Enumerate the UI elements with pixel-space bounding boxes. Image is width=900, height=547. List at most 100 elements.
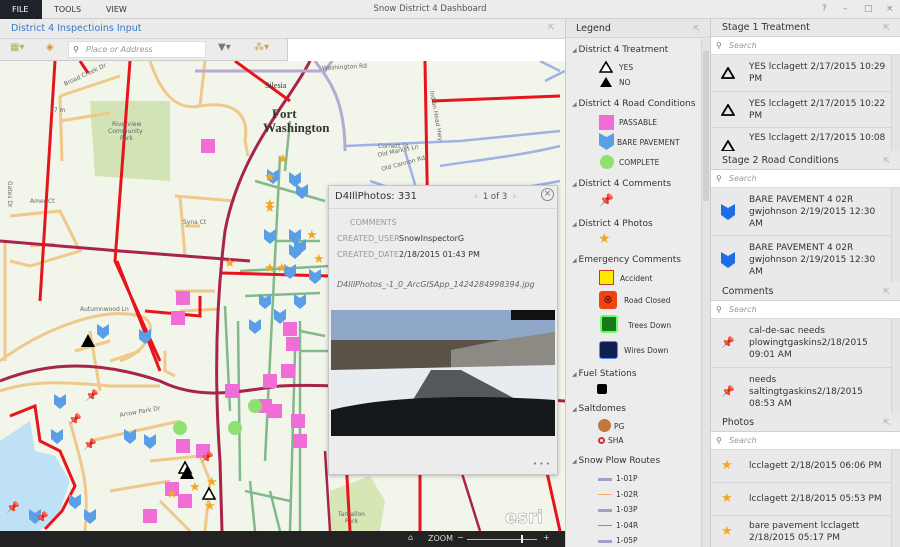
list-item[interactable]: YES lcclagett 2/17/2015 10:29 PM: [711, 55, 900, 92]
list-item[interactable]: ★ lcclagett 2/18/2015 06:06 PM: [711, 450, 900, 483]
complete-marker[interactable]: [248, 399, 262, 413]
legend-group-plow-routes[interactable]: Snow Plow Routes: [572, 456, 661, 466]
list-item[interactable]: 📌 cal-de-sac needs plowingtgaskins2/18/20…: [711, 319, 900, 368]
pin-icon[interactable]: ⇱: [883, 152, 890, 170]
passable-marker[interactable]: [171, 311, 185, 325]
triangle-outline-icon: [721, 103, 735, 116]
zoom-in-button[interactable]: +: [543, 533, 550, 542]
comment-pin-marker[interactable]: 📌: [68, 412, 82, 426]
legend-group-photos[interactable]: District 4 Photos: [572, 219, 653, 229]
photo-star-marker[interactable]: ★: [276, 261, 288, 276]
scrollbar[interactable]: [891, 319, 900, 413]
menu-tools[interactable]: TOOLS: [42, 0, 93, 19]
passable-marker[interactable]: [225, 384, 239, 398]
list-item[interactable]: BARE PAVEMENT 4 02R gwjohnson 2/19/2015 …: [711, 236, 900, 282]
list-item[interactable]: BARE PAVEMENT 4 02R gwjohnson 2/19/2015 …: [711, 188, 900, 236]
layers-icon[interactable]: ⁂▾: [254, 42, 269, 53]
search-input[interactable]: ⚲ Search: [711, 37, 900, 55]
photo-star-marker[interactable]: ★: [313, 252, 325, 267]
place-search-input[interactable]: ⚲ Place or Address: [68, 41, 206, 58]
list-item[interactable]: ★ bare pavement lcclagett 2/18/2015 05:17…: [711, 516, 900, 547]
zoom-out-button[interactable]: −: [457, 533, 464, 542]
comment-pin-marker[interactable]: 📌: [35, 510, 49, 524]
pin-icon[interactable]: ⇱: [883, 414, 890, 432]
passable-marker[interactable]: [178, 494, 192, 508]
list-item[interactable]: 📌 needs saltingtgaskins2/18/2015 08:53 AM: [711, 368, 900, 413]
more-options-icon[interactable]: • • •: [533, 460, 550, 468]
passable-marker[interactable]: [268, 404, 282, 418]
photo-star-marker[interactable]: ★: [224, 256, 236, 271]
minimize-button[interactable]: –: [843, 0, 848, 19]
comment-pin-marker[interactable]: 📌: [6, 500, 20, 514]
passable-marker[interactable]: [176, 439, 190, 453]
passable-marker[interactable]: [281, 364, 295, 378]
zoom-label: ZOOM: [428, 534, 453, 543]
complete-marker[interactable]: [173, 421, 187, 435]
menu-file[interactable]: FILE: [0, 0, 42, 19]
map-label: Park: [345, 518, 358, 525]
comment-pin-marker[interactable]: 📌: [85, 388, 99, 402]
zoom-slider[interactable]: [467, 539, 537, 540]
photo-star-marker[interactable]: ★: [264, 201, 276, 216]
passable-marker[interactable]: [263, 374, 277, 388]
close-button[interactable]: ×: [886, 0, 894, 19]
legend-scrollbar[interactable]: [701, 39, 710, 547]
pin-icon[interactable]: ⇱: [883, 283, 890, 301]
row-text: needs saltingtgaskins2/18/2015 08:53 AM: [749, 374, 863, 409]
pin-icon[interactable]: ⇱: [883, 19, 890, 37]
list-item[interactable]: YES lcclagett 2/17/2015 10:22 PM: [711, 92, 900, 128]
legend-group-road-conditions[interactable]: District 4 Road Conditions: [572, 99, 696, 109]
legend-item: PG: [614, 422, 625, 431]
maximize-button[interactable]: □: [864, 0, 873, 19]
photo-star-marker[interactable]: ★: [166, 487, 178, 502]
passable-marker[interactable]: [201, 139, 215, 153]
list-item[interactable]: ★ lcclagett 2/18/2015 05:53 PM: [711, 483, 900, 516]
passable-marker[interactable]: [176, 291, 190, 305]
photo-star-marker[interactable]: ★: [189, 480, 201, 495]
home-icon[interactable]: ⌂: [408, 533, 413, 542]
attachment-photo[interactable]: [331, 310, 555, 436]
legend-group-treatment[interactable]: District 4 Treatment: [572, 45, 669, 55]
passable-marker[interactable]: [143, 509, 157, 523]
filter-icon[interactable]: ▼▾: [218, 42, 231, 53]
pin-icon[interactable]: ⇱: [548, 23, 555, 32]
locate-icon[interactable]: ◈: [46, 42, 54, 53]
legend-group-saltdomes[interactable]: Saltdomes: [572, 404, 626, 414]
photo-star-marker[interactable]: ★: [264, 170, 276, 185]
comment-pin-marker[interactable]: 📌: [200, 450, 214, 464]
menu-view[interactable]: VIEW: [94, 0, 139, 19]
legend-group-fuel[interactable]: Fuel Stations: [572, 369, 637, 379]
search-input[interactable]: ⚲ Search: [711, 170, 900, 188]
scrollbar[interactable]: [891, 450, 900, 547]
search-input[interactable]: ⚲ Search: [711, 432, 900, 450]
photo-star-marker[interactable]: ★: [206, 475, 218, 490]
legend-group-emergency[interactable]: Emergency Comments: [572, 255, 681, 265]
search-placeholder: Place or Address: [86, 45, 153, 54]
field-label: CREATED_USER: [337, 234, 400, 243]
popup-close-icon[interactable]: ×: [541, 188, 554, 201]
photo-star-marker[interactable]: ★: [277, 152, 289, 167]
legend-group-comments[interactable]: District 4 Comments: [572, 179, 672, 189]
attachment-link[interactable]: D4IllPhotos_-1_0_ArcGISApp_1424284998394…: [337, 280, 535, 289]
accident-icon: [599, 270, 614, 285]
comment-pin-marker[interactable]: 📌: [83, 437, 97, 451]
pin-icon[interactable]: ⇱: [693, 19, 700, 38]
photo-star-marker[interactable]: ★: [306, 228, 318, 243]
zoom-slider-handle[interactable]: [521, 535, 523, 543]
basemap-icon[interactable]: ▦▾: [10, 42, 24, 53]
search-input[interactable]: ⚲ Search: [711, 301, 900, 319]
scrollbar[interactable]: [891, 55, 900, 151]
map-label: Autumnwood Ln: [80, 306, 129, 313]
circle-icon: [600, 155, 614, 169]
photo-star-marker[interactable]: ★: [264, 261, 276, 276]
passable-marker[interactable]: [293, 434, 307, 448]
complete-marker[interactable]: [228, 421, 242, 435]
photo-star-marker[interactable]: ★: [204, 499, 216, 514]
scrollbar[interactable]: [891, 188, 900, 282]
passable-marker[interactable]: [283, 322, 297, 336]
list-item[interactable]: YES lcclagett 2/17/2015 10:08: [711, 128, 900, 151]
popup-pager[interactable]: ‹ 1 of 3 ›: [474, 192, 516, 202]
passable-marker[interactable]: [286, 337, 300, 351]
passable-marker[interactable]: [291, 414, 305, 428]
help-button[interactable]: ?: [822, 0, 827, 19]
